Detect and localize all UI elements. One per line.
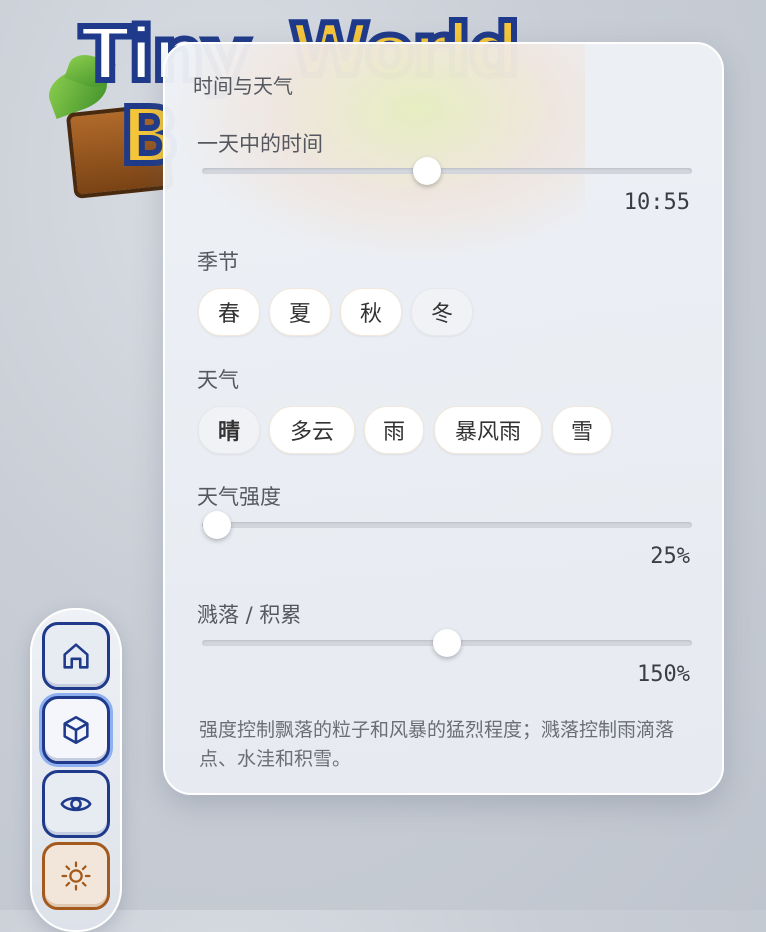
intensity-slider-thumb[interactable] [202, 511, 231, 539]
weather-chip-cloudy[interactable]: 多云 [269, 406, 355, 454]
nav-eye-button[interactable] [42, 770, 110, 838]
eye-icon [60, 796, 92, 812]
season-chip-spring[interactable]: 春 [198, 288, 260, 336]
splash-slider-thumb[interactable] [433, 629, 461, 657]
splash-label: 溅落 / 积累 [197, 603, 302, 627]
weather-label: 天气 [197, 368, 239, 392]
nav-weather-button[interactable] [42, 842, 110, 910]
panel-title: 时间与天气 [193, 74, 293, 98]
time-slider-track[interactable] [202, 157, 692, 185]
help-note: 强度控制飘落的粒子和风暴的猛烈程度；溅落控制雨滴落点、水洼和积雪。 [199, 719, 675, 770]
sun-icon [61, 861, 91, 891]
season-chip-winter[interactable]: 冬 [411, 288, 473, 336]
intensity-label: 天气强度 [197, 485, 281, 509]
nav-home-button[interactable] [42, 622, 110, 690]
weather-chip-rain[interactable]: 雨 [364, 406, 424, 454]
splash-slider-track[interactable] [202, 629, 692, 657]
intensity-value: 25% [650, 544, 690, 569]
time-slider-thumb[interactable] [413, 157, 442, 185]
season-chip-autumn[interactable]: 秋 [340, 288, 402, 336]
splash-value: 150% [637, 662, 690, 687]
weather-chip-snow[interactable]: 雪 [552, 406, 612, 454]
intensity-slider-track[interactable] [202, 511, 692, 539]
side-nav [30, 608, 122, 932]
time-label: 一天中的时间 [197, 132, 323, 156]
season-label: 季节 [197, 250, 239, 274]
home-icon [63, 643, 89, 669]
nav-cube-button[interactable] [42, 696, 110, 764]
cube-icon [63, 715, 89, 745]
weather-chip-sunny[interactable]: 晴 [198, 406, 260, 454]
time-value: 10:55 [623, 190, 690, 215]
season-chip-summer[interactable]: 夏 [269, 288, 331, 336]
time-weather-panel: 时间与天气 一天中的时间 10:55 季节 春 夏 秋 冬 天气 晴 多云 雨 … [163, 42, 724, 795]
weather-chip-storm[interactable]: 暴风雨 [434, 406, 542, 454]
